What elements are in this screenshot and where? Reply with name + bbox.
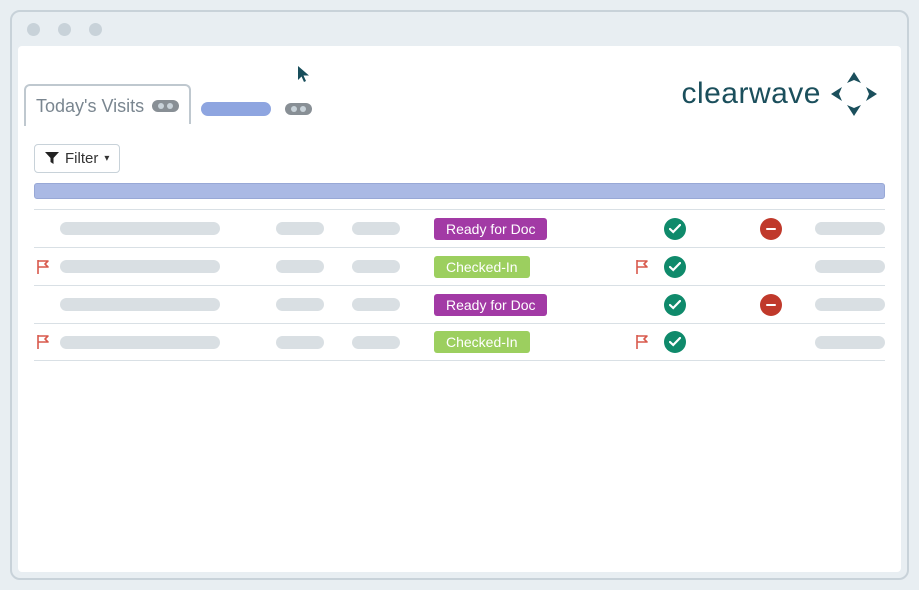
minus-icon bbox=[765, 227, 777, 231]
tab-label: Today's Visits bbox=[36, 96, 144, 117]
check-icon bbox=[669, 262, 681, 272]
placeholder-cell bbox=[815, 336, 885, 349]
placeholder-cell bbox=[352, 222, 400, 235]
status-badge: Ready for Doc bbox=[434, 218, 547, 240]
filter-button[interactable]: Filter ▾ bbox=[34, 144, 120, 173]
status-badge: Checked-In bbox=[434, 331, 530, 353]
check-button[interactable] bbox=[664, 218, 686, 240]
tab-bar: Today's Visits bbox=[24, 84, 322, 126]
placeholder-cell bbox=[815, 222, 885, 235]
placeholder-cell bbox=[352, 336, 400, 349]
placeholder-cell bbox=[60, 336, 220, 349]
window-control-close[interactable] bbox=[27, 23, 40, 36]
placeholder-cell bbox=[352, 260, 400, 273]
check-icon bbox=[669, 224, 681, 234]
toolbar: Filter ▾ bbox=[18, 126, 901, 183]
status-badge: Ready for Doc bbox=[434, 294, 547, 316]
brand-name: clearwave bbox=[681, 77, 821, 111]
stop-button[interactable] bbox=[760, 218, 782, 240]
placeholder-cell bbox=[815, 260, 885, 273]
app-window: Today's Visits clearwave bbox=[10, 10, 909, 580]
window-control-minimize[interactable] bbox=[58, 23, 71, 36]
placeholder-cell bbox=[60, 260, 220, 273]
placeholder-cell bbox=[352, 298, 400, 311]
tab-indicator-icon bbox=[285, 103, 312, 115]
filter-label: Filter bbox=[65, 150, 98, 167]
visits-grid: Ready for Doc bbox=[18, 183, 901, 361]
placeholder-cell bbox=[276, 298, 324, 311]
tab-placeholder-bar bbox=[201, 102, 271, 116]
tab-indicator-icon bbox=[152, 100, 179, 112]
tab-todays-visits[interactable]: Today's Visits bbox=[24, 84, 191, 126]
app-content: Today's Visits clearwave bbox=[18, 46, 901, 572]
check-icon bbox=[669, 337, 681, 347]
table-row[interactable]: Ready for Doc bbox=[34, 285, 885, 323]
brand-logo: clearwave bbox=[681, 70, 881, 118]
table-row[interactable]: Ready for Doc bbox=[34, 209, 885, 247]
stop-button[interactable] bbox=[760, 294, 782, 316]
check-icon bbox=[669, 300, 681, 310]
tab-secondary[interactable] bbox=[191, 92, 322, 126]
placeholder-cell bbox=[60, 222, 220, 235]
placeholder-cell bbox=[815, 298, 885, 311]
placeholder-cell bbox=[276, 222, 324, 235]
brand-mark-icon bbox=[827, 70, 881, 118]
check-button[interactable] bbox=[664, 294, 686, 316]
minus-icon bbox=[765, 303, 777, 307]
check-button[interactable] bbox=[664, 331, 686, 353]
grid-header-bar[interactable] bbox=[34, 183, 885, 199]
placeholder-cell bbox=[276, 260, 324, 273]
table-row[interactable]: Checked-In bbox=[34, 323, 885, 361]
flag-icon bbox=[36, 334, 50, 350]
table-row[interactable]: Checked-In bbox=[34, 247, 885, 285]
flag-icon bbox=[36, 259, 50, 275]
check-button[interactable] bbox=[664, 256, 686, 278]
placeholder-cell bbox=[276, 336, 324, 349]
status-badge: Checked-In bbox=[434, 256, 530, 278]
filter-icon bbox=[45, 152, 59, 165]
window-control-zoom[interactable] bbox=[89, 23, 102, 36]
flag-icon bbox=[635, 259, 649, 275]
placeholder-cell bbox=[60, 298, 220, 311]
window-titlebar bbox=[12, 12, 907, 46]
flag-icon bbox=[635, 334, 649, 350]
caret-down-icon: ▾ bbox=[104, 153, 109, 164]
header: Today's Visits clearwave bbox=[18, 46, 901, 126]
